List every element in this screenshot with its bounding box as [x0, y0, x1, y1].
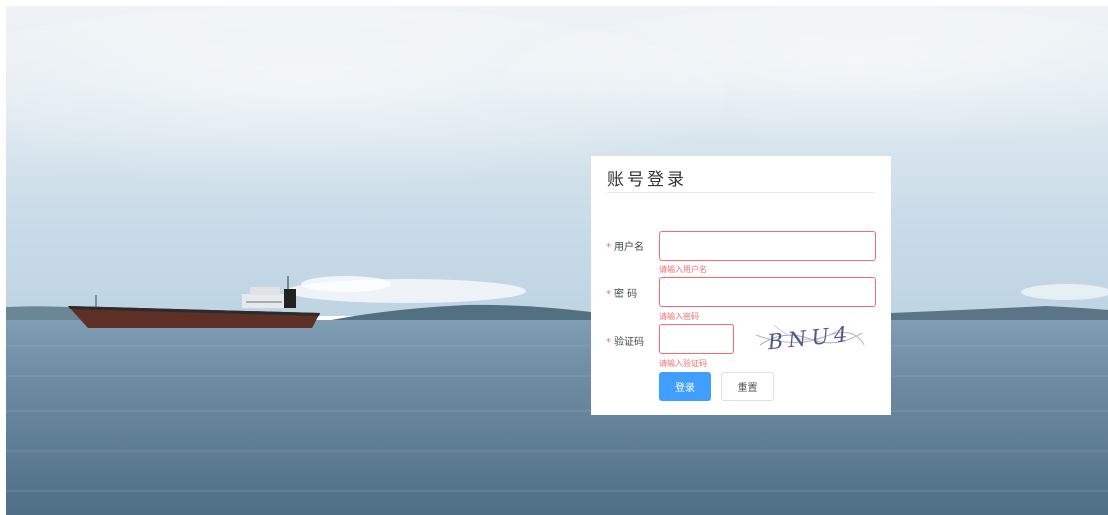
captcha-input[interactable] — [659, 324, 734, 354]
reset-button[interactable]: 重置 — [721, 372, 774, 401]
captcha-required-mark: * — [606, 337, 611, 348]
captcha-error: 请输入验证码 — [659, 359, 707, 368]
login-button[interactable]: 登录 — [659, 372, 711, 401]
username-label: * 用户名 — [606, 238, 644, 253]
background-scene — [6, 6, 1108, 515]
password-input[interactable] — [659, 277, 876, 307]
password-error: 请输入密码 — [659, 312, 699, 321]
captcha-label: * 验证码 — [606, 333, 644, 348]
login-title: 账号登录 — [607, 170, 687, 190]
username-input[interactable] — [659, 231, 876, 261]
background-image — [6, 6, 1108, 515]
password-required-mark: * — [606, 289, 611, 300]
login-card: 账号登录 * 用户名 请输入用户名 * 密 码 请输入密码 * 验证码 请输入验证码 … — [591, 156, 891, 415]
captcha-image[interactable]: BNU4 — [754, 323, 866, 353]
username-required-mark: * — [606, 242, 611, 253]
password-label-text: 密 码 — [614, 289, 638, 300]
password-label: * 密 码 — [606, 285, 637, 300]
username-label-text: 用户名 — [614, 242, 644, 253]
title-divider — [607, 192, 875, 193]
username-error: 请输入用户名 — [659, 265, 707, 274]
captcha-label-text: 验证码 — [614, 337, 644, 348]
